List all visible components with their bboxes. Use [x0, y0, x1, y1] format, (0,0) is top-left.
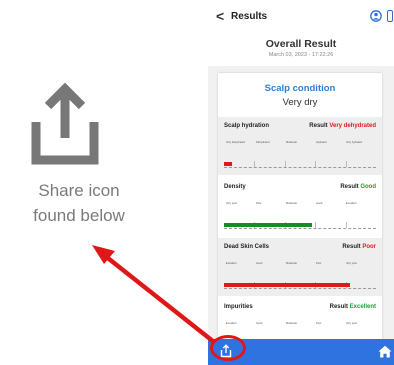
- section-result: Result Very dehydrated: [309, 123, 376, 129]
- section-result: Result Good: [340, 184, 376, 190]
- track-tick: [254, 161, 256, 167]
- scalp-condition-value: Very dry: [282, 97, 318, 108]
- scale-label: Poor: [256, 202, 262, 205]
- level-track: [224, 153, 376, 168]
- scalp-condition-label: Scalp condition: [264, 83, 336, 94]
- result-header: Overall Result March 03, 2023 - 17:22:26: [208, 34, 394, 66]
- scale-label: Excellent: [226, 262, 237, 265]
- scale-label: Good: [316, 202, 323, 205]
- caption-line-2: found below: [33, 206, 125, 225]
- level-fill: [224, 283, 351, 287]
- section-label: Scalp hydration: [224, 123, 270, 129]
- phone-screen: < Results Overall Result March 03, 2023 …: [208, 0, 394, 365]
- result-value: Excellent: [349, 304, 376, 310]
- result-value: Poor: [362, 244, 376, 250]
- scale-label: Moderate: [286, 322, 297, 325]
- back-button[interactable]: <: [216, 8, 224, 24]
- result-card: Scalp condition Very dry Scalp hydration…: [218, 73, 382, 349]
- scale-labels: Very poor Poor Moderate Good Excellent: [224, 202, 376, 208]
- scale-label: Good: [256, 262, 263, 265]
- scale-label: Moderate: [286, 262, 297, 265]
- level-track: [224, 214, 376, 229]
- scale-label: Hydrated: [316, 141, 327, 144]
- scale-label: Moderate: [286, 141, 297, 144]
- user-icon[interactable]: [370, 10, 382, 22]
- track-tick: [315, 161, 317, 167]
- top-bar: < Results: [208, 0, 394, 35]
- level-fill: [224, 223, 313, 227]
- track-tick: [315, 222, 317, 228]
- scale-label: Very poor: [226, 202, 238, 205]
- scale-label: Excellent: [346, 202, 357, 205]
- result-section: Dead Skin Cells Result Poor Excellent Good M…: [218, 238, 382, 296]
- section-label: Density: [224, 184, 246, 190]
- result-prefix: Result: [309, 123, 328, 129]
- section-result: Result Poor: [342, 244, 376, 250]
- track-tick: [284, 161, 286, 167]
- track-tick: [345, 161, 347, 167]
- scale-label: Good: [256, 322, 263, 325]
- section-label: Dead Skin Cells: [224, 244, 270, 250]
- scale-label: Very poor: [346, 262, 358, 265]
- scale-label: Very hydrated: [346, 141, 363, 144]
- scale-label: Dehydrated: [256, 141, 270, 144]
- home-icon[interactable]: [378, 345, 392, 358]
- scale-label: Very dehydrated: [226, 141, 245, 144]
- result-prefix: Result: [340, 184, 359, 190]
- level-track: [224, 274, 376, 289]
- caption-line-1: Share icon: [38, 181, 120, 200]
- level-fill: [224, 162, 232, 166]
- scale-labels: Excellent Good Moderate Poor Very poor: [224, 262, 376, 268]
- result-section: Density Result Good Very poor Poor Moderate G…: [218, 178, 382, 236]
- result-prefix: Result: [342, 244, 361, 250]
- section-label: Impurities: [224, 304, 253, 310]
- scale-label: Poor: [316, 322, 322, 325]
- result-prefix: Result: [329, 304, 348, 310]
- result-date: March 03, 2023 - 17:22:26: [268, 52, 334, 58]
- result-value: Good: [360, 184, 376, 190]
- share-caption: Share icon found below: [8, 178, 150, 228]
- share-highlight-circle: [210, 335, 246, 361]
- scale-labels: Very dehydrated Dehydrated Moderate Hydrate…: [224, 141, 376, 147]
- result-value: Very dehydrated: [329, 123, 376, 129]
- scale-label: Poor: [316, 262, 322, 265]
- battery-icon: [387, 10, 393, 22]
- track-tick: [345, 222, 347, 228]
- scale-label: Moderate: [286, 202, 297, 205]
- scale-label: Very poor: [346, 322, 358, 325]
- section-result: Result Excellent: [330, 304, 376, 310]
- result-section: Scalp hydration Result Very dehydrated Ver…: [218, 117, 382, 175]
- page-title: Results: [231, 11, 268, 22]
- scale-labels: Excellent Good Moderate Poor Very poor: [224, 322, 376, 328]
- overall-title: Overall Result: [265, 38, 337, 50]
- share-icon-large: [31, 82, 99, 165]
- scale-label: Excellent: [226, 322, 237, 325]
